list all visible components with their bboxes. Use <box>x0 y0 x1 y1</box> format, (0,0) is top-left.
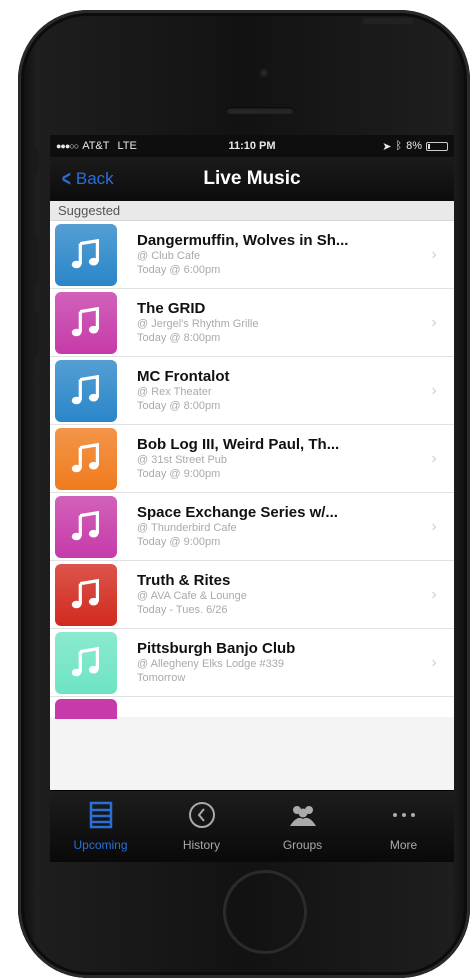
event-title: Pittsburgh Banjo Club <box>137 640 296 657</box>
event-venue: @ Club Cafe <box>137 250 201 262</box>
event-info: Dangermuffin, Wolves in Sh... @ Club Cafe… <box>137 232 424 277</box>
music-note-icon <box>55 495 117 558</box>
home-button[interactable] <box>223 870 307 954</box>
mute-switch <box>30 148 38 174</box>
tab-more[interactable]: More <box>359 801 449 852</box>
clock-icon <box>186 801 218 832</box>
tab-groups[interactable]: Groups <box>258 801 348 852</box>
front-camera <box>258 67 270 79</box>
earpiece-speaker <box>226 107 294 114</box>
event-row[interactable]: Bob Log III, Weird Paul, Th... @ 31st Str… <box>50 425 454 493</box>
event-info: Bob Log III, Weird Paul, Th... @ 31st Str… <box>137 436 424 481</box>
tab-label: History <box>182 838 221 852</box>
more-dots-icon <box>388 801 420 832</box>
event-list: Dangermuffin, Wolves in Sh... @ Club Cafe… <box>50 221 454 719</box>
list-icon <box>85 801 117 832</box>
app-screen: ●●●○○ AT&T LTE 11:10 PM ➤ ᛒ 8% < Back Li… <box>50 135 454 862</box>
navigation-bar: < Back Live Music <box>50 157 454 201</box>
tab-history[interactable]: History <box>157 801 247 852</box>
tab-upcoming[interactable]: Upcoming <box>56 801 146 852</box>
back-button[interactable]: < Back <box>50 168 114 190</box>
event-row[interactable]: The GRID @ Jergel's Rhythm Grille Today @ … <box>50 289 454 357</box>
battery-icon <box>426 141 448 151</box>
event-info: Space Exchange Series w/... @ Thunderbird… <box>137 504 424 549</box>
music-note-icon <box>55 631 117 694</box>
tab-label: More <box>389 838 418 852</box>
event-venue: @ Rex Theater <box>137 386 212 398</box>
event-venue: @ AVA Cafe & Lounge <box>137 590 247 602</box>
battery-level <box>428 143 430 149</box>
event-row[interactable]: Space Exchange Series w/... @ Thunderbird… <box>50 493 454 561</box>
event-time: Tomorrow <box>137 672 186 684</box>
event-venue: @ Thunderbird Cafe <box>137 522 237 534</box>
chevron-right-icon: › <box>431 313 437 331</box>
event-time: Today @ 8:00pm <box>137 332 221 344</box>
music-note-icon <box>55 359 117 422</box>
event-venue: @ Allegheny Elks Lodge #339 <box>137 658 284 670</box>
section-header: Suggested <box>50 201 454 221</box>
event-title: Dangermuffin, Wolves in Sh... <box>137 232 349 249</box>
chevron-right-icon: › <box>431 585 437 603</box>
power-button <box>363 18 413 24</box>
event-time: Today @ 9:00pm <box>137 536 221 548</box>
people-icon <box>287 801 319 832</box>
event-time: Today @ 9:00pm <box>137 468 221 480</box>
event-time: Today @ 6:00pm <box>137 264 221 276</box>
event-title: Truth & Rites <box>137 572 231 589</box>
music-note-icon <box>55 699 117 719</box>
event-info: Pittsburgh Banjo Club @ Allegheny Elks Lo… <box>137 640 424 685</box>
tab-label: Groups <box>282 838 323 852</box>
event-title: Bob Log III, Weird Paul, Th... <box>137 436 340 453</box>
event-info: Truth & Rites @ AVA Cafe & Lounge Today - … <box>137 572 424 617</box>
music-note-icon <box>55 563 117 626</box>
back-button-label: Back <box>75 169 114 188</box>
tab-label: Upcoming <box>73 838 128 852</box>
status-time: 11:10 PM <box>228 140 276 152</box>
chevron-right-icon: › <box>431 653 437 671</box>
event-venue: @ Jergel's Rhythm Grille <box>137 318 259 330</box>
event-row[interactable]: MC Frontalot @ Rex Theater Today @ 8:00pm › <box>50 357 454 425</box>
event-row[interactable]: Pittsburgh Banjo Club @ Allegheny Elks Lo… <box>50 629 454 697</box>
chevron-right-icon: › <box>431 517 437 535</box>
event-info: MC Frontalot @ Rex Theater Today @ 8:00pm <box>137 368 424 413</box>
event-venue: @ 31st Street Pub <box>137 454 228 466</box>
event-info: The GRID @ Jergel's Rhythm Grille Today @ … <box>137 300 424 345</box>
event-row[interactable]: Dangermuffin, Wolves in Sh... @ Club Cafe… <box>50 221 454 289</box>
tab-bar: Upcoming History Groups More <box>50 790 454 862</box>
chevron-right-icon: › <box>431 449 437 467</box>
chevron-left-icon: < <box>61 166 71 191</box>
event-row[interactable]: Truth & Rites @ AVA Cafe & Lounge Today - … <box>50 561 454 629</box>
volume-up-button <box>30 238 38 282</box>
chevron-right-icon: › <box>431 381 437 399</box>
music-note-icon <box>55 223 117 286</box>
event-time: Today @ 8:00pm <box>137 400 221 412</box>
event-time: Today - Tues. 6/26 <box>137 604 228 616</box>
chevron-right-icon: › <box>431 245 437 263</box>
music-note-icon <box>55 427 117 490</box>
event-title: MC Frontalot <box>137 368 230 385</box>
music-note-icon <box>55 291 117 354</box>
volume-down-button <box>30 313 38 357</box>
event-title: Space Exchange Series w/... <box>137 504 338 521</box>
status-bar: ●●●○○ AT&T LTE 11:10 PM ➤ ᛒ 8% <box>50 135 454 157</box>
event-title: The GRID <box>137 300 206 317</box>
event-row-partial[interactable] <box>50 697 454 719</box>
